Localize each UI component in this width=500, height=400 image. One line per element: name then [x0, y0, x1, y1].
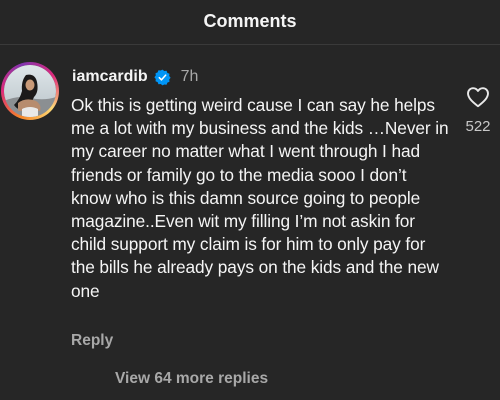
like-count: 522 — [465, 118, 491, 135]
page-title: Comments — [203, 11, 297, 31]
comment-header-row: iamcardib 7h — [72, 68, 198, 86]
comment-text: Ok this is getting weird cause I can say… — [71, 95, 449, 301]
avatar-image — [4, 65, 56, 117]
comments-screen: Comments iamcardib 7h Ok this is getting… — [0, 0, 500, 400]
verified-badge-icon — [153, 69, 171, 86]
comment-timestamp: 7h — [180, 68, 199, 85]
heart-icon[interactable] — [466, 86, 490, 108]
like-area: 522 — [456, 86, 500, 135]
comments-header: Comments — [0, 0, 500, 44]
story-ring[interactable] — [1, 62, 59, 120]
header-divider — [0, 44, 500, 45]
avatar[interactable] — [4, 65, 56, 117]
view-more-replies-button[interactable]: View 64 more replies — [115, 370, 268, 388]
username[interactable]: iamcardib — [72, 68, 148, 86]
reply-button[interactable]: Reply — [71, 332, 113, 350]
